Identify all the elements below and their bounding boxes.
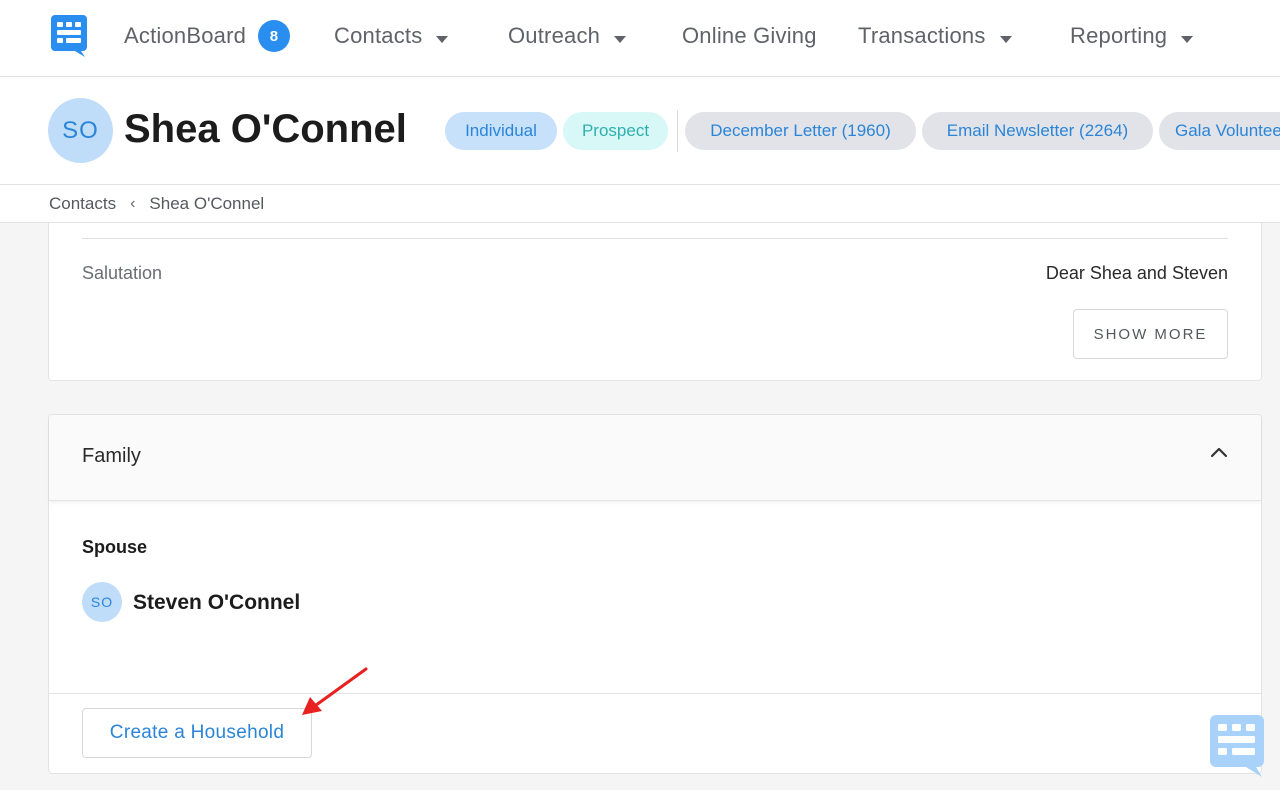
nav-outreach-label: Outreach: [508, 23, 601, 48]
nav-actionboard-label: ActionBoard: [124, 23, 247, 48]
divider: [82, 238, 1228, 239]
salutation-value: Dear Shea and Steven: [1045, 263, 1228, 283]
chevron-left-icon: ‹: [130, 194, 136, 212]
divider: [49, 693, 1261, 694]
family-card-header[interactable]: Family: [49, 415, 1261, 501]
spouse-name-link[interactable]: Steven O'Connel: [133, 591, 300, 615]
breadcrumb-contacts-link[interactable]: Contacts: [49, 194, 116, 214]
chevron-up-icon[interactable]: [1209, 443, 1229, 463]
caret-down-icon: [436, 35, 449, 43]
nav-contacts[interactable]: Contacts: [334, 0, 449, 72]
salutation-label: Salutation: [82, 263, 163, 283]
chat-widget-icon[interactable]: [1210, 715, 1264, 777]
nav-outreach[interactable]: Outreach: [508, 0, 627, 72]
nav-online-giving[interactable]: Online Giving: [682, 0, 817, 72]
create-household-button[interactable]: Create a Household: [82, 708, 312, 758]
contact-avatar: SO: [48, 98, 113, 163]
spouse-avatar: SO: [82, 582, 122, 622]
list-tag-december-letter[interactable]: December Letter (1960): [685, 112, 916, 150]
app-logo-icon[interactable]: [51, 15, 87, 57]
caret-down-icon: [1181, 35, 1194, 43]
nav-reporting-label: Reporting: [1070, 23, 1168, 48]
family-title: Family: [82, 445, 141, 467]
tag-prospect[interactable]: Prospect: [563, 112, 668, 150]
nav-transactions-label: Transactions: [858, 23, 986, 48]
spouse-label: Spouse: [82, 537, 148, 557]
contact-header: SO Shea O'Connel Individual Prospect Dec…: [0, 77, 1280, 185]
list-tag-gala-volunteer[interactable]: Gala Volunteer: [1159, 112, 1280, 150]
caret-down-icon: [614, 35, 627, 43]
show-more-button[interactable]: SHOW MORE: [1073, 309, 1228, 359]
tag-divider: [677, 110, 678, 152]
family-card: Family Spouse SO Steven O'Connel Create …: [48, 414, 1262, 774]
top-navigation: ActionBoard 8 Contacts Outreach Online G…: [0, 0, 1280, 77]
list-tag-email-newsletter[interactable]: Email Newsletter (2264): [922, 112, 1153, 150]
actionboard-count-badge: 8: [258, 20, 291, 52]
contact-name: Shea O'Connel: [124, 107, 407, 151]
details-card: Salutation Dear Shea and Steven SHOW MOR…: [48, 223, 1262, 381]
nav-actionboard[interactable]: ActionBoard 8: [124, 0, 291, 72]
nav-contacts-label: Contacts: [334, 23, 423, 48]
nav-transactions[interactable]: Transactions: [858, 0, 1012, 72]
nav-reporting[interactable]: Reporting: [1070, 0, 1194, 72]
breadcrumb: Contacts ‹ Shea O'Connel: [0, 185, 1280, 223]
nav-online-giving-label: Online Giving: [682, 23, 817, 48]
caret-down-icon: [999, 35, 1012, 43]
tag-individual[interactable]: Individual: [445, 112, 557, 150]
annotation-arrow-icon: [302, 667, 368, 715]
breadcrumb-current: Shea O'Connel: [149, 193, 265, 213]
